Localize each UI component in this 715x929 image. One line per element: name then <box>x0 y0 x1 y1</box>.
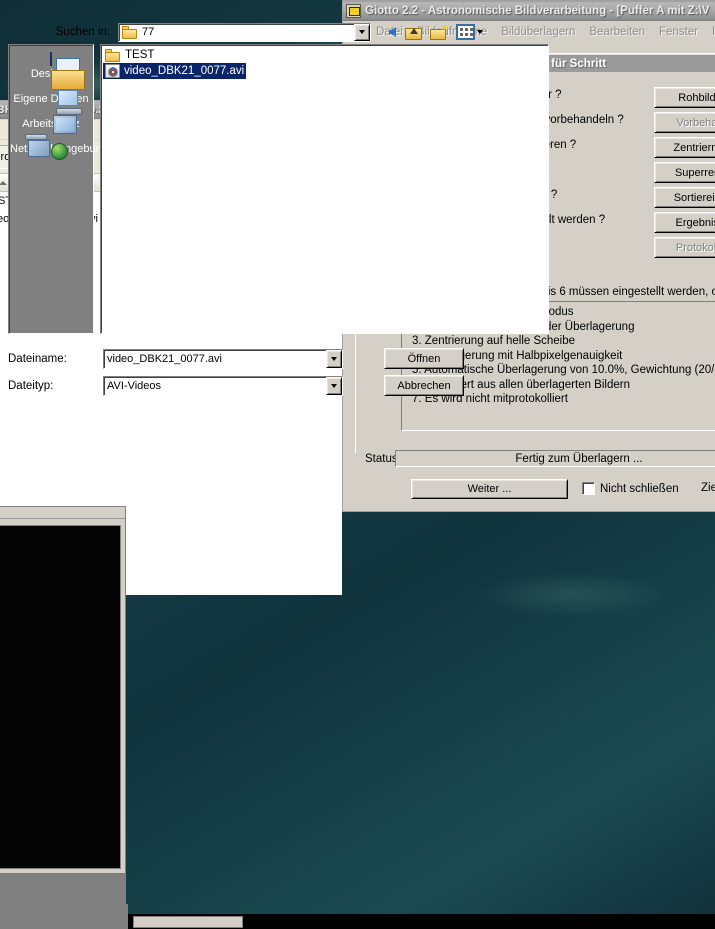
lookin-label: Suchen in: <box>55 26 110 38</box>
lookin-value: 77 <box>142 26 155 38</box>
list-item-label: TEST <box>125 49 155 61</box>
button-label: Abbrechen <box>397 379 451 392</box>
filename-chevron-down-icon[interactable] <box>326 349 342 368</box>
settings-line: 3. Zentrierung auf helle Scheibe <box>412 335 576 347</box>
avi-file-icon <box>105 64 120 78</box>
vorbehandlung-button: Vorbehan <box>654 112 715 133</box>
rohbildquelle-button[interactable]: Rohbildq <box>654 87 715 108</box>
menu-item-fenster[interactable]: Fenster <box>659 26 698 38</box>
button-label: Vorbehan <box>676 116 715 129</box>
giotto-app-icon <box>346 4 361 18</box>
status-text: Fertig zum Überlagern ... <box>515 452 643 465</box>
filename-row: Dateiname: video_DBK21_0077.avi Öffnen <box>8 348 549 369</box>
list-item[interactable]: video_DBK21_0077.avi <box>103 63 247 79</box>
views-icon <box>456 24 475 40</box>
lookin-combo[interactable]: 77 <box>118 22 371 42</box>
image-buffer-title-bar[interactable] <box>0 507 125 519</box>
nicht-schliessen-row[interactable]: Nicht schließen <box>582 482 679 495</box>
status-field: Fertig zum Überlagern ... <box>395 450 715 467</box>
taskbar-button[interactable] <box>133 916 243 928</box>
filetype-chevron-down-icon[interactable] <box>326 376 342 395</box>
image-buffer-window <box>0 506 126 904</box>
filename-label: Dateiname: <box>8 352 67 365</box>
filename-input[interactable]: video_DBK21_0077.avi <box>107 353 326 365</box>
zentriermethode-button[interactable]: Zentrierme <box>654 137 715 158</box>
open-button[interactable]: Öffnen <box>384 348 464 369</box>
place-network[interactable]: Netzwerkumgebung <box>9 134 108 161</box>
dialog-file-list[interactable]: TEST video_DBK21_0077.avi <box>100 44 549 334</box>
list-item-label: video_DBK21_0077.avi <box>124 65 245 77</box>
button-label: Superresc <box>674 166 715 179</box>
image-buffer-status-area <box>0 873 125 903</box>
protokoll-button: Protokolls <box>654 237 715 258</box>
new-folder-icon[interactable]: ✷ <box>430 23 448 40</box>
list-item[interactable]: TEST <box>103 47 156 63</box>
button-label: Protokolls <box>675 241 715 254</box>
place-label: Eigene Dateien <box>13 93 89 105</box>
sort-ascending-icon <box>0 180 8 185</box>
views-chevron-down-icon[interactable] <box>477 30 483 34</box>
place-label: Arbeitsplatz <box>22 118 80 130</box>
giotto-title-bar[interactable]: Giotto 2.2 - Astronomische Bildverarbeit… <box>343 1 715 21</box>
filename-combo[interactable]: video_DBK21_0077.avi <box>103 348 343 369</box>
nicht-schliessen-checkbox[interactable] <box>582 482 595 495</box>
places-bar: Desktop Eigene Dateien Arbeitsplatz Netz… <box>8 44 108 334</box>
place-my-computer[interactable]: Arbeitsplatz <box>9 108 93 136</box>
back-icon[interactable] <box>389 27 396 37</box>
filetype-row: Dateityp: AVI-Videos Abbrechen <box>8 375 549 396</box>
desktop-icon <box>50 52 52 66</box>
lookin-row: Suchen in: 77 ✷ <box>8 22 549 42</box>
filetype-combo[interactable]: AVI-Videos <box>103 375 343 396</box>
folder-icon <box>122 25 138 39</box>
button-label: Zentrierme <box>673 141 715 154</box>
button-label: Ergebniss <box>675 216 715 229</box>
button-label: Weiter ... <box>467 483 512 495</box>
ergebnis-button[interactable]: Ergebniss <box>654 212 715 233</box>
sortiereinstellung-button[interactable]: Sortiereins <box>654 187 715 208</box>
up-folder-icon[interactable] <box>405 25 422 40</box>
taskbar-fragment <box>0 904 128 929</box>
lookin-chevron-down-icon[interactable] <box>354 23 370 41</box>
status-label: Status <box>365 453 398 465</box>
button-label: Öffnen <box>407 352 441 365</box>
button-label: Rohbildq <box>678 91 715 104</box>
image-canvas[interactable] <box>0 525 121 869</box>
nicht-schliessen-label: Nicht schließen <box>600 482 679 495</box>
cancel-button[interactable]: Abbrechen <box>384 375 464 396</box>
filetype-value: AVI-Videos <box>107 379 162 392</box>
menu-item-bearbeiten[interactable]: Bearbeiten <box>589 26 645 38</box>
desktop-root: sXP\DBK21\Jupiter 26.09.2011_SEHR_GUT\77… <box>0 0 715 929</box>
filetype-label: Dateityp: <box>8 379 54 392</box>
weiter-button[interactable]: Weiter ... <box>411 479 568 499</box>
superresolution-button[interactable]: Superresc <box>654 162 715 183</box>
ziel-label: Ziel : <box>701 482 715 494</box>
button-label: Sortiereins <box>673 191 715 204</box>
folder-icon <box>105 48 121 62</box>
views-dropdown[interactable] <box>456 24 483 40</box>
giotto-title-text: Giotto 2.2 - Astronomische Bildverarbeit… <box>365 5 710 17</box>
